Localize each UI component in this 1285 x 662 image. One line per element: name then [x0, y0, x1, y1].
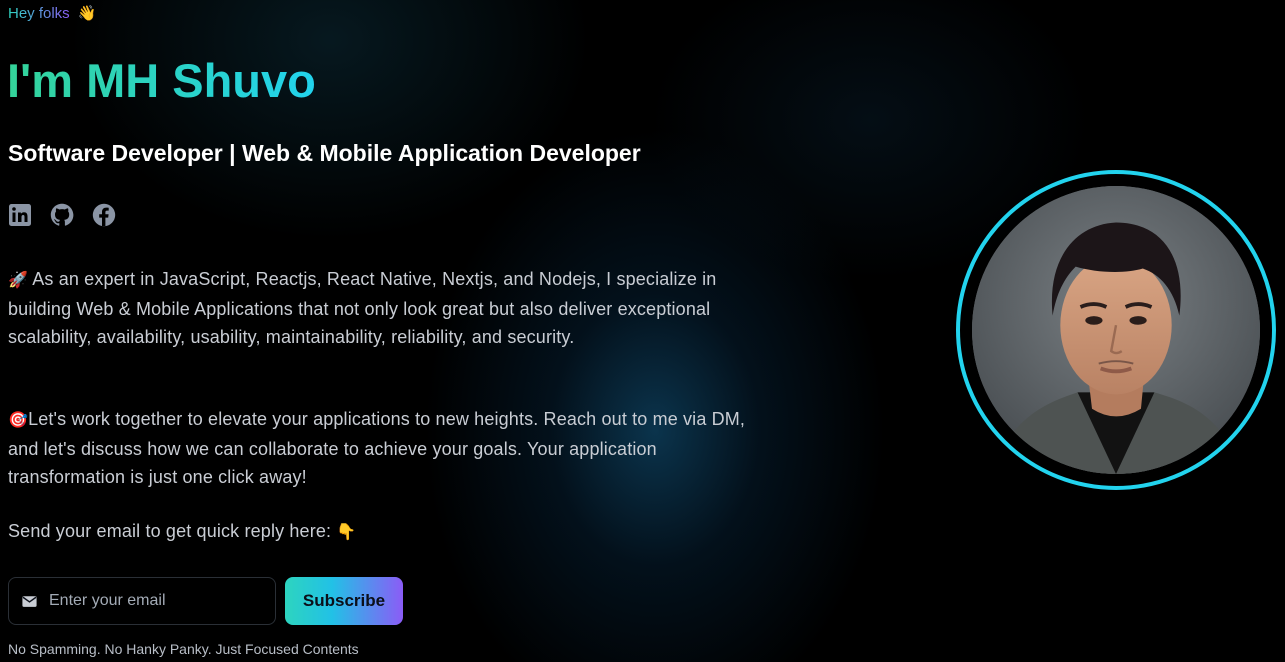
pointing-down-icon: 👇	[336, 524, 357, 541]
waving-hand-icon: 👋	[77, 5, 97, 22]
greeting-text: Hey folks	[8, 5, 70, 22]
email-input[interactable]	[47, 591, 266, 611]
linkedin-icon	[9, 204, 31, 226]
facebook-link[interactable]	[92, 203, 116, 227]
email-prompt: Send your email to get quick reply here:…	[8, 517, 758, 547]
intro-text-expertise: As an expert in JavaScript, Reactjs, Rea…	[8, 269, 717, 347]
target-icon: 🎯	[8, 412, 29, 429]
avatar-ring	[956, 170, 1276, 490]
hero-section: Hey folks 👋 I'm MH Shuvo Software Develo…	[0, 0, 1285, 662]
github-link[interactable]	[50, 203, 74, 227]
envelope-icon	[22, 595, 37, 607]
email-prompt-text: Send your email to get quick reply here:	[8, 521, 332, 541]
subscribe-button[interactable]: Subscribe	[285, 577, 403, 625]
subscribe-form: Subscribe	[8, 577, 403, 625]
intro-text-collaborate: Let's work together to elevate your appl…	[8, 409, 746, 487]
greeting: Hey folks 👋	[8, 4, 96, 24]
email-field[interactable]	[8, 577, 276, 625]
page-title: I'm MH Shuvo	[7, 52, 316, 110]
role-subtitle: Software Developer | Web & Mobile Applic…	[8, 140, 641, 166]
no-spam-note: No Spamming. No Hanky Panky. Just Focuse…	[8, 641, 359, 657]
intro-paragraph-expertise: 🚀 As an expert in JavaScript, Reactjs, R…	[8, 265, 758, 351]
social-links	[8, 203, 116, 227]
avatar	[972, 186, 1260, 474]
github-icon	[50, 203, 74, 226]
linkedin-link[interactable]	[8, 203, 32, 227]
rocket-icon: 🚀	[8, 272, 29, 289]
intro-paragraph-collaborate: 🎯Let's work together to elevate your app…	[8, 405, 758, 491]
profile-photo	[972, 186, 1260, 474]
facebook-icon	[92, 203, 116, 227]
